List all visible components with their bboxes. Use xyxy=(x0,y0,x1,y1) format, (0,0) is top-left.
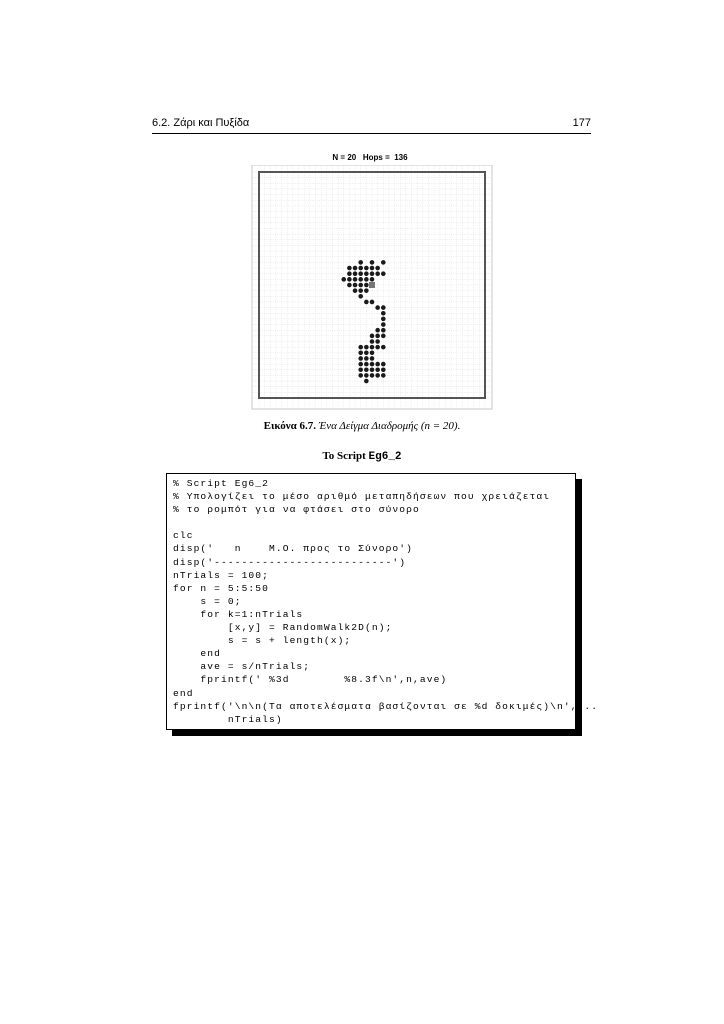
visited-point xyxy=(369,356,375,361)
visited-point xyxy=(381,361,386,367)
random-walk-plot xyxy=(251,165,493,410)
visited-point xyxy=(375,271,380,276)
page-number: 177 xyxy=(572,117,591,129)
visited-point xyxy=(364,282,369,288)
visited-point xyxy=(347,282,352,288)
visited-point xyxy=(364,344,369,350)
visited-point xyxy=(358,361,363,367)
visited-point xyxy=(358,265,363,271)
visited-point xyxy=(358,367,363,373)
visited-point xyxy=(358,271,363,276)
visited-point xyxy=(369,271,375,276)
visited-point xyxy=(364,378,369,384)
visited-point xyxy=(352,282,358,288)
start-marker xyxy=(369,282,375,288)
visited-point xyxy=(381,367,386,373)
visited-point xyxy=(381,344,386,350)
visited-point xyxy=(364,356,369,361)
visited-point xyxy=(358,288,363,293)
visited-point xyxy=(375,344,380,350)
visited-point xyxy=(364,361,369,367)
caption-text: Ένα Δείγμα Διαδρομής (n = 20). xyxy=(316,420,461,432)
visited-point xyxy=(369,350,375,356)
visited-point xyxy=(352,271,358,276)
visited-point xyxy=(369,361,375,367)
visited-point xyxy=(369,373,375,378)
visited-point xyxy=(381,305,386,310)
visited-point xyxy=(375,333,380,339)
visited-point xyxy=(381,322,386,327)
visited-point xyxy=(364,288,369,293)
visited-point xyxy=(358,277,363,282)
visited-point xyxy=(347,271,352,276)
visited-point xyxy=(358,282,363,288)
visited-point xyxy=(381,260,386,265)
visited-point xyxy=(347,265,352,271)
visited-point xyxy=(364,350,369,356)
visited-point xyxy=(341,277,347,282)
script-title-prefix: Το Script xyxy=(322,450,369,462)
visited-point xyxy=(369,265,375,271)
visited-point xyxy=(352,277,358,282)
code-listing: % Script Eg6_2 % Υπολογίζει το μέσο αριθ… xyxy=(173,478,599,725)
script-title: Το Script Eg6_2 xyxy=(0,450,724,463)
visited-point xyxy=(381,310,386,316)
code-listing-box: % Script Eg6_2 % Υπολογίζει το μέσο αριθ… xyxy=(166,473,597,730)
script-title-name: Eg6_2 xyxy=(368,451,402,463)
visited-point xyxy=(375,265,380,271)
visited-point xyxy=(369,339,375,344)
visited-point xyxy=(375,339,380,344)
visited-point xyxy=(358,344,363,350)
visited-point xyxy=(347,277,352,282)
visited-point xyxy=(358,294,363,299)
visited-point xyxy=(369,299,375,305)
running-header-section: 6.2. Ζάρι και Πυξίδα xyxy=(152,117,250,129)
visited-point xyxy=(358,260,363,265)
visited-point xyxy=(364,271,369,276)
visited-point xyxy=(375,305,380,310)
visited-point xyxy=(381,373,386,378)
visited-point xyxy=(381,271,386,276)
visited-point xyxy=(375,367,380,373)
visited-point xyxy=(381,316,386,322)
header-rule xyxy=(152,133,591,134)
visited-point xyxy=(369,260,375,265)
visited-point xyxy=(364,299,369,305)
visited-point xyxy=(364,277,369,282)
visited-point xyxy=(375,361,380,367)
visited-point xyxy=(364,265,369,271)
visited-point xyxy=(381,327,386,333)
visited-point xyxy=(369,367,375,373)
visited-point xyxy=(381,333,386,339)
visited-point xyxy=(358,356,363,361)
visited-point xyxy=(358,373,363,378)
figure-caption: Εικόνα 6.7. Ένα Δείγμα Διαδρομής (n = 20… xyxy=(0,420,724,432)
visited-point xyxy=(364,373,369,378)
visited-point xyxy=(369,277,375,282)
visited-point xyxy=(364,367,369,373)
visited-point xyxy=(375,327,380,333)
visited-point xyxy=(369,344,375,350)
visited-point xyxy=(369,333,375,339)
visited-point xyxy=(352,265,358,271)
visited-point xyxy=(358,350,363,356)
plot-title: N = 20 Hops = 136 xyxy=(332,153,408,162)
visited-point xyxy=(352,288,358,293)
visited-point xyxy=(375,373,380,378)
caption-label: Εικόνα 6.7. xyxy=(263,420,316,432)
